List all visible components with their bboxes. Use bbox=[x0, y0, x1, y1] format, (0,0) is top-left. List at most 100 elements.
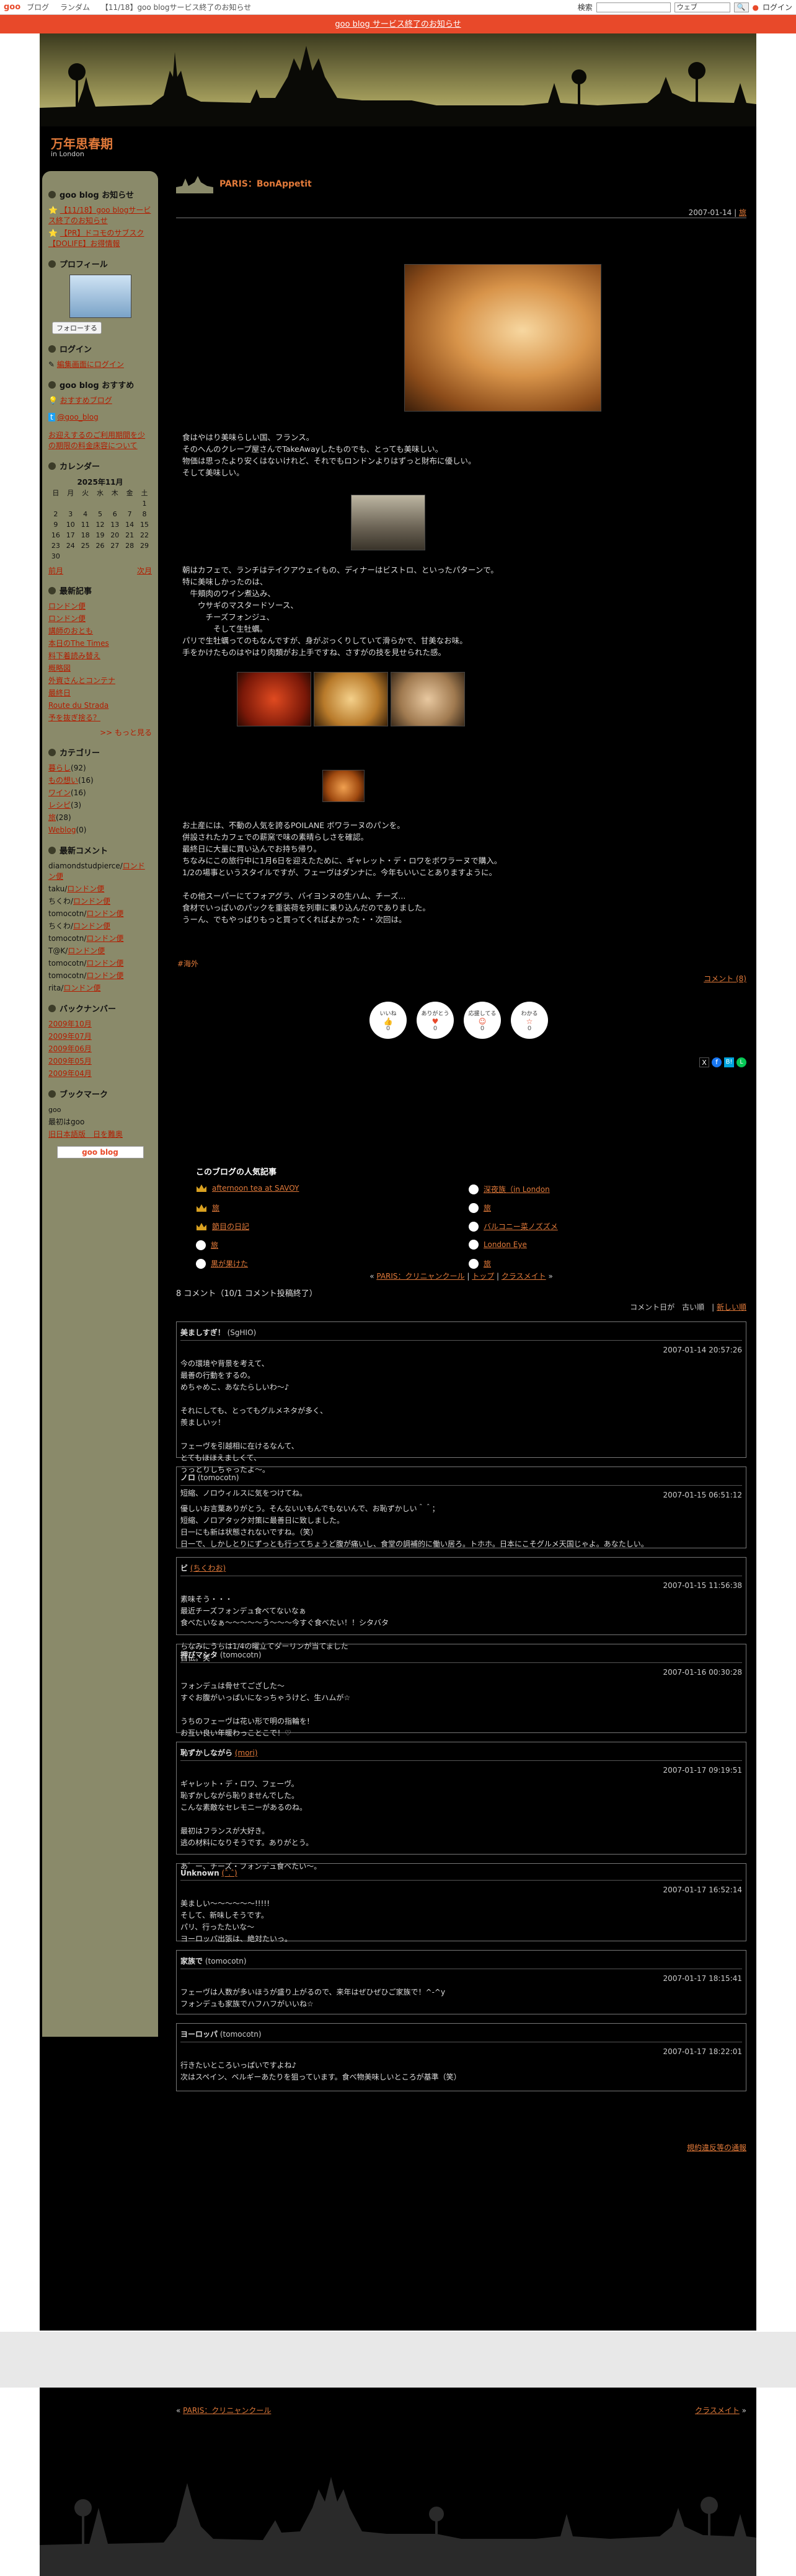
comment-author-link[interactable]: (ちくわお) bbox=[190, 1564, 226, 1573]
comment-author-link[interactable]: (ˆ.ˆ) bbox=[222, 1869, 237, 1877]
recent-comment-item[interactable]: taku/ロンドン便 bbox=[48, 884, 152, 894]
top-nav-notice[interactable]: 【11/18】goo blogサービス終了のお知らせ bbox=[101, 3, 251, 12]
recent-article-item[interactable]: ロンドン便 bbox=[48, 614, 152, 624]
comment-body: フォンデュは骨せてござした〜 すぐお腹がいっぱいになっちゃうけど、生ハムが☆ う… bbox=[180, 1682, 351, 1737]
recent-comment-item[interactable]: ちくわ/ロンドン便 bbox=[48, 896, 152, 907]
calendar-day: 29 bbox=[140, 542, 149, 550]
backnumber-item[interactable]: 2009年05月 bbox=[48, 1056, 152, 1067]
sidebar-banner-text[interactable]: お迎えするのご利用期間を少の期限の料金床容について bbox=[48, 430, 152, 451]
footer-prev-link[interactable]: PARIS：クリニャンクール bbox=[183, 2406, 271, 2415]
comment-count-link[interactable]: コメント (8) bbox=[704, 973, 746, 984]
footer-next-link[interactable]: クラスメイト bbox=[695, 2406, 740, 2415]
calendar-day bbox=[122, 551, 137, 562]
backnumber-item[interactable]: 2009年10月 bbox=[48, 1019, 152, 1030]
category-item[interactable]: 旅(28) bbox=[48, 813, 152, 823]
popular-article-item[interactable]: 旅 bbox=[469, 1202, 491, 1213]
popular-article-item[interactable]: London Eye bbox=[469, 1240, 527, 1250]
category-item[interactable]: ワイン(16) bbox=[48, 788, 152, 798]
recent-comment-item[interactable]: tomocotn/ロンドン便 bbox=[48, 933, 152, 944]
reaction-support-button[interactable]: 応援してる ☺ 0 bbox=[464, 1002, 501, 1039]
nav-top-link[interactable]: トップ bbox=[472, 1272, 494, 1281]
service-end-notice-link[interactable]: goo blog サービス終了のお知らせ bbox=[335, 20, 461, 29]
top-nav-blog[interactable]: ブログ bbox=[27, 3, 49, 12]
recent-article-item[interactable]: ロンドン便 bbox=[48, 601, 152, 612]
recent-comments-list: diamondstudpierce/ロンドン便 taku/ロンドン便 ちくわ/ロンド… bbox=[48, 861, 152, 994]
reaction-thanks-button[interactable]: ありがとう ♥ 0 bbox=[417, 1002, 454, 1039]
line-share-icon[interactable]: L bbox=[736, 1057, 746, 1067]
sort-newest-link[interactable]: 新しい順 bbox=[717, 1303, 746, 1312]
x-share-icon[interactable]: X bbox=[699, 1057, 709, 1067]
popular-article-item[interactable]: afternoon tea at SAVOY bbox=[196, 1184, 299, 1193]
top-nav-random[interactable]: ランダム bbox=[60, 3, 90, 12]
login-link[interactable]: ログイン bbox=[763, 2, 792, 12]
category-item[interactable]: レシピ(3) bbox=[48, 800, 152, 811]
street-photo[interactable] bbox=[351, 495, 425, 550]
recent-article-item[interactable]: 概略図 bbox=[48, 663, 152, 674]
twitter-link[interactable]: t @goo_blog bbox=[48, 412, 152, 423]
category-item[interactable]: Weblog(0) bbox=[48, 825, 152, 836]
popular-article-item[interactable]: 旅 bbox=[196, 1202, 219, 1213]
recommend-link[interactable]: 💡 おすすめブログ bbox=[48, 395, 152, 406]
hatena-share-icon[interactable]: B! bbox=[724, 1057, 734, 1067]
backnumber-item[interactable]: 2009年07月 bbox=[48, 1031, 152, 1042]
popular-article-item[interactable]: 深夜族（in London bbox=[469, 1184, 550, 1194]
food-photo-2[interactable] bbox=[314, 672, 388, 726]
popular-article-item[interactable]: 黒が果けた bbox=[196, 1258, 248, 1269]
search-scope-select[interactable]: ウェブ bbox=[674, 2, 730, 12]
category-item[interactable]: 暮らし(92) bbox=[48, 763, 152, 774]
recent-article-item[interactable]: 講師のおとも bbox=[48, 626, 152, 637]
comment-date: 2007-01-17 18:15:41 bbox=[663, 1974, 742, 1983]
nav-prev-link[interactable]: PARIS：クリニャンクール bbox=[376, 1272, 464, 1281]
goo-logo[interactable]: goo bbox=[4, 2, 20, 12]
backnumber-item[interactable]: 2009年04月 bbox=[48, 1069, 152, 1079]
bookmark-item[interactable]: 旧日本語版 日を難奥 bbox=[48, 1129, 152, 1140]
food-photo-3[interactable] bbox=[391, 672, 465, 726]
notice-item[interactable]: ⭐ 【PR】ドコモのサブスク【DOLIFE】お得情報 bbox=[48, 228, 152, 249]
recent-comment-item[interactable]: tomocotn/ロンドン便 bbox=[48, 909, 152, 919]
recent-article-item[interactable]: 本日のThe Times bbox=[48, 638, 152, 649]
recent-comment-item[interactable]: rita/ロンドン便 bbox=[48, 983, 152, 994]
popular-article-item[interactable]: 旅 bbox=[196, 1240, 218, 1250]
follow-button[interactable]: フォローする bbox=[52, 322, 102, 334]
recent-article-item[interactable]: 予を抜ぎ捨る？ bbox=[48, 713, 152, 723]
popular-article-item[interactable]: 旅 bbox=[469, 1258, 491, 1269]
reaction-understand-button[interactable]: わかる ☆ 0 bbox=[511, 1002, 548, 1039]
calendar-weekday: 土 bbox=[141, 489, 148, 497]
reaction-like-button[interactable]: いいね 👍 0 bbox=[369, 1002, 407, 1039]
terms-report-link[interactable]: 規約違反等の通報 bbox=[687, 2142, 746, 2153]
grey-band bbox=[0, 2332, 796, 2388]
recent-comment-item[interactable]: diamondstudpierce/ロンドン便 bbox=[48, 861, 152, 882]
bookmark-item[interactable]: 最初はgoo bbox=[48, 1117, 152, 1127]
recent-article-item[interactable]: 料下着読み替え bbox=[48, 651, 152, 661]
category-item[interactable]: もの想い(16) bbox=[48, 775, 152, 786]
recent-article-item[interactable]: 最終日 bbox=[48, 688, 152, 699]
backnumber-item[interactable]: 2009年06月 bbox=[48, 1044, 152, 1054]
calendar-prev-link[interactable]: 前月 bbox=[48, 565, 63, 576]
recent-comment-item[interactable]: T@K/ロンドン便 bbox=[48, 946, 152, 956]
recent-comment-item[interactable]: tomocotn/ロンドン便 bbox=[48, 958, 152, 969]
popular-article-item[interactable]: 節目の日記 bbox=[196, 1221, 249, 1232]
bread-photo[interactable] bbox=[322, 770, 365, 802]
post-title[interactable]: PARIS：BonAppetit bbox=[219, 177, 312, 190]
post-category-link[interactable]: 旅 bbox=[739, 208, 746, 217]
calendar-next-link[interactable]: 次月 bbox=[137, 565, 152, 576]
food-photo-1[interactable] bbox=[237, 672, 311, 726]
food-photo-main[interactable] bbox=[404, 264, 601, 412]
facebook-share-icon[interactable]: f bbox=[712, 1057, 722, 1067]
search-input[interactable] bbox=[596, 2, 671, 12]
comment-author-link[interactable]: (mori) bbox=[235, 1749, 258, 1757]
recent-comment-item[interactable]: ちくわ/ロンドン便 bbox=[48, 921, 152, 932]
recent-article-item[interactable]: 外資さんとコンテナ bbox=[48, 676, 152, 686]
notice-item[interactable]: ⭐ 【11/18】goo blogサービス終了のお知らせ bbox=[48, 205, 152, 226]
goo-blog-button[interactable]: goo blog bbox=[56, 1146, 144, 1158]
recent-comment-item[interactable]: tomocotn/ロンドン便 bbox=[48, 971, 152, 981]
post-tag[interactable]: #海外 bbox=[177, 958, 198, 969]
blog-title[interactable]: 万年思春期 bbox=[51, 134, 113, 152]
calendar-weekday: 木 bbox=[111, 489, 118, 497]
nav-next-link[interactable]: クラスメイト bbox=[502, 1272, 546, 1281]
search-button[interactable]: 🔍 bbox=[733, 2, 749, 12]
recent-more-link[interactable]: >> もっと見る bbox=[48, 727, 152, 738]
login-edit-link[interactable]: ✎ 編集画面にログイン bbox=[48, 359, 152, 370]
recent-article-item[interactable]: Route du Strada bbox=[48, 700, 152, 711]
popular-article-item[interactable]: バルコニー菜ノズズメ bbox=[469, 1221, 558, 1232]
